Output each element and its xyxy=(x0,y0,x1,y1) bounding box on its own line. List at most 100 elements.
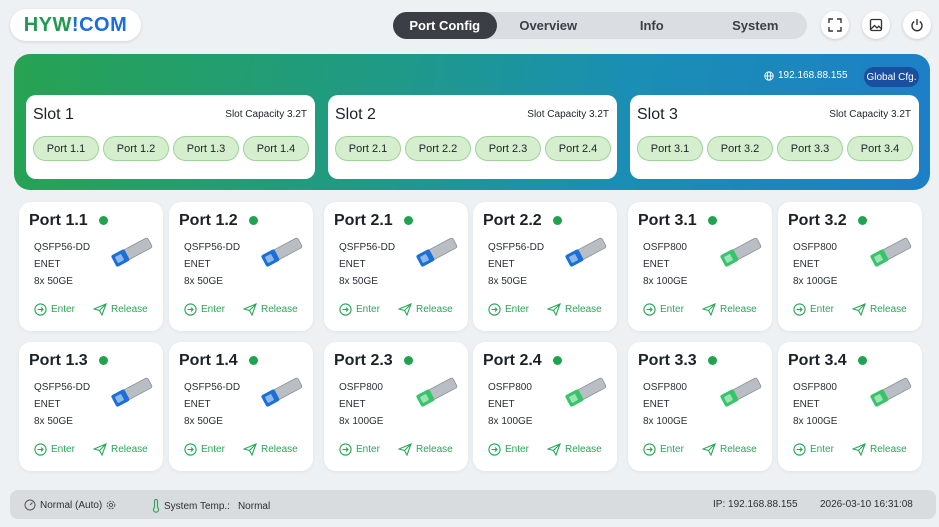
send-icon xyxy=(93,443,107,456)
slot-capacity: Slot Capacity 3.2T xyxy=(829,109,911,120)
release-label: Release xyxy=(111,444,148,455)
enter-button[interactable]: Enter xyxy=(34,443,75,456)
status-bar: Normal (Auto) System Temp.: Normal IP: 1… xyxy=(10,490,936,519)
release-button[interactable]: Release xyxy=(93,443,148,456)
enter-label: Enter xyxy=(660,304,684,315)
enter-button[interactable]: Enter xyxy=(34,303,75,316)
enter-button[interactable]: Enter xyxy=(339,303,380,316)
image-icon[interactable] xyxy=(862,11,890,39)
release-button[interactable]: Release xyxy=(398,443,453,456)
module-type: OSFP800 xyxy=(793,382,837,393)
port-pill-3-1[interactable]: Port 3.1 xyxy=(637,136,703,161)
port-pill-1-4[interactable]: Port 1.4 xyxy=(243,136,309,161)
logo-text-com: COM xyxy=(79,13,128,36)
enter-label: Enter xyxy=(51,304,75,315)
port-card[interactable]: Port 2.4 OSFP800 ENET 8x 100GE Enter Release xyxy=(473,342,617,471)
port-card[interactable]: Port 3.1 OSFP800 ENET 8x 100GE Enter Release xyxy=(628,202,772,331)
port-pill-3-3[interactable]: Port 3.3 xyxy=(777,136,843,161)
enter-button[interactable]: Enter xyxy=(184,443,225,456)
tab-system[interactable]: System xyxy=(704,12,808,39)
release-label: Release xyxy=(261,444,298,455)
send-icon xyxy=(243,303,257,316)
port-pill-2-3[interactable]: Port 2.3 xyxy=(475,136,541,161)
status-dot xyxy=(404,216,413,225)
port-card[interactable]: Port 2.1 QSFP56-DD ENET 8x 50GE Enter Release xyxy=(324,202,468,331)
module-type: QSFP56-DD xyxy=(488,242,545,253)
release-label: Release xyxy=(111,304,148,315)
port-card[interactable]: Port 2.3 OSFP800 ENET 8x 100GE Enter Release xyxy=(324,342,468,471)
release-button[interactable]: Release xyxy=(93,303,148,316)
enter-button[interactable]: Enter xyxy=(488,443,529,456)
tab-port-config[interactable]: Port Config xyxy=(393,12,497,39)
enter-icon xyxy=(184,303,197,316)
release-button[interactable]: Release xyxy=(702,303,757,316)
status-temp-label: System Temp.: xyxy=(164,500,230,512)
send-icon xyxy=(547,303,561,316)
tab-overview[interactable]: Overview xyxy=(497,12,601,39)
port-card-title: Port 3.4 xyxy=(788,352,847,369)
port-card[interactable]: Port 3.3 OSFP800 ENET 8x 100GE Enter Release xyxy=(628,342,772,471)
port-mode: ENET xyxy=(34,399,61,410)
power-icon[interactable] xyxy=(903,11,931,39)
enter-button[interactable]: Enter xyxy=(643,303,684,316)
release-button[interactable]: Release xyxy=(398,303,453,316)
port-speed: 8x 50GE xyxy=(184,416,223,427)
fullscreen-icon[interactable] xyxy=(821,11,849,39)
enter-label: Enter xyxy=(505,444,529,455)
transceiver-module-icon xyxy=(111,377,153,407)
port-pill-1-3[interactable]: Port 1.3 xyxy=(173,136,239,161)
port-card-title: Port 2.4 xyxy=(483,352,542,369)
port-card[interactable]: Port 1.4 QSFP56-DD ENET 8x 50GE Enter Release xyxy=(169,342,313,471)
port-card-title: Port 2.3 xyxy=(334,352,393,369)
release-button[interactable]: Release xyxy=(852,303,907,316)
port-mode: ENET xyxy=(184,259,211,270)
enter-button[interactable]: Enter xyxy=(339,443,380,456)
release-button[interactable]: Release xyxy=(547,443,602,456)
release-button[interactable]: Release xyxy=(852,443,907,456)
port-mode: ENET xyxy=(339,399,366,410)
port-pill-3-2[interactable]: Port 3.2 xyxy=(707,136,773,161)
tab-info[interactable]: Info xyxy=(600,12,704,39)
enter-icon xyxy=(643,303,656,316)
release-button[interactable]: Release xyxy=(243,443,298,456)
status-dot xyxy=(708,356,717,365)
transceiver-module-icon xyxy=(565,377,607,407)
settings-icon[interactable] xyxy=(106,500,116,510)
release-label: Release xyxy=(870,444,907,455)
enter-label: Enter xyxy=(356,444,380,455)
module-type: OSFP800 xyxy=(793,242,837,253)
module-type: QSFP56-DD xyxy=(339,242,396,253)
port-card-title: Port 2.2 xyxy=(483,212,542,229)
slot-title: Slot 3 xyxy=(637,106,678,123)
enter-button[interactable]: Enter xyxy=(184,303,225,316)
enter-button[interactable]: Enter xyxy=(793,443,834,456)
port-card[interactable]: Port 1.1 QSFP56-DD ENET 8x 50GE Enter Release xyxy=(19,202,163,331)
enter-button[interactable]: Enter xyxy=(643,443,684,456)
port-card[interactable]: Port 3.2 OSFP800 ENET 8x 100GE Enter Release xyxy=(778,202,922,331)
port-pill-3-4[interactable]: Port 3.4 xyxy=(847,136,913,161)
port-card[interactable]: Port 1.3 QSFP56-DD ENET 8x 50GE Enter Release xyxy=(19,342,163,471)
release-button[interactable]: Release xyxy=(547,303,602,316)
send-icon xyxy=(702,443,716,456)
port-card-title: Port 3.2 xyxy=(788,212,847,229)
enter-button[interactable]: Enter xyxy=(488,303,529,316)
slot-capacity: Slot Capacity 3.2T xyxy=(527,109,609,120)
port-pill-2-1[interactable]: Port 2.1 xyxy=(335,136,401,161)
logo-text-mark: ! xyxy=(71,13,80,36)
release-button[interactable]: Release xyxy=(243,303,298,316)
port-pill-2-2[interactable]: Port 2.2 xyxy=(405,136,471,161)
global-config-button[interactable]: Global Cfg. xyxy=(864,67,919,87)
slot-1-card: Slot 1 Slot Capacity 3.2T Port 1.1 Port … xyxy=(26,95,315,179)
status-dot xyxy=(99,216,108,225)
port-mode: ENET xyxy=(339,259,366,270)
port-pill-1-1[interactable]: Port 1.1 xyxy=(33,136,99,161)
enter-button[interactable]: Enter xyxy=(793,303,834,316)
port-pill-1-2[interactable]: Port 1.2 xyxy=(103,136,169,161)
transceiver-module-icon xyxy=(720,377,762,407)
port-pill-2-4[interactable]: Port 2.4 xyxy=(545,136,611,161)
port-card[interactable]: Port 3.4 OSFP800 ENET 8x 100GE Enter Release xyxy=(778,342,922,471)
port-card[interactable]: Port 1.2 QSFP56-DD ENET 8x 50GE Enter Release xyxy=(169,202,313,331)
module-type: OSFP800 xyxy=(339,382,383,393)
release-button[interactable]: Release xyxy=(702,443,757,456)
port-card[interactable]: Port 2.2 QSFP56-DD ENET 8x 50GE Enter Release xyxy=(473,202,617,331)
